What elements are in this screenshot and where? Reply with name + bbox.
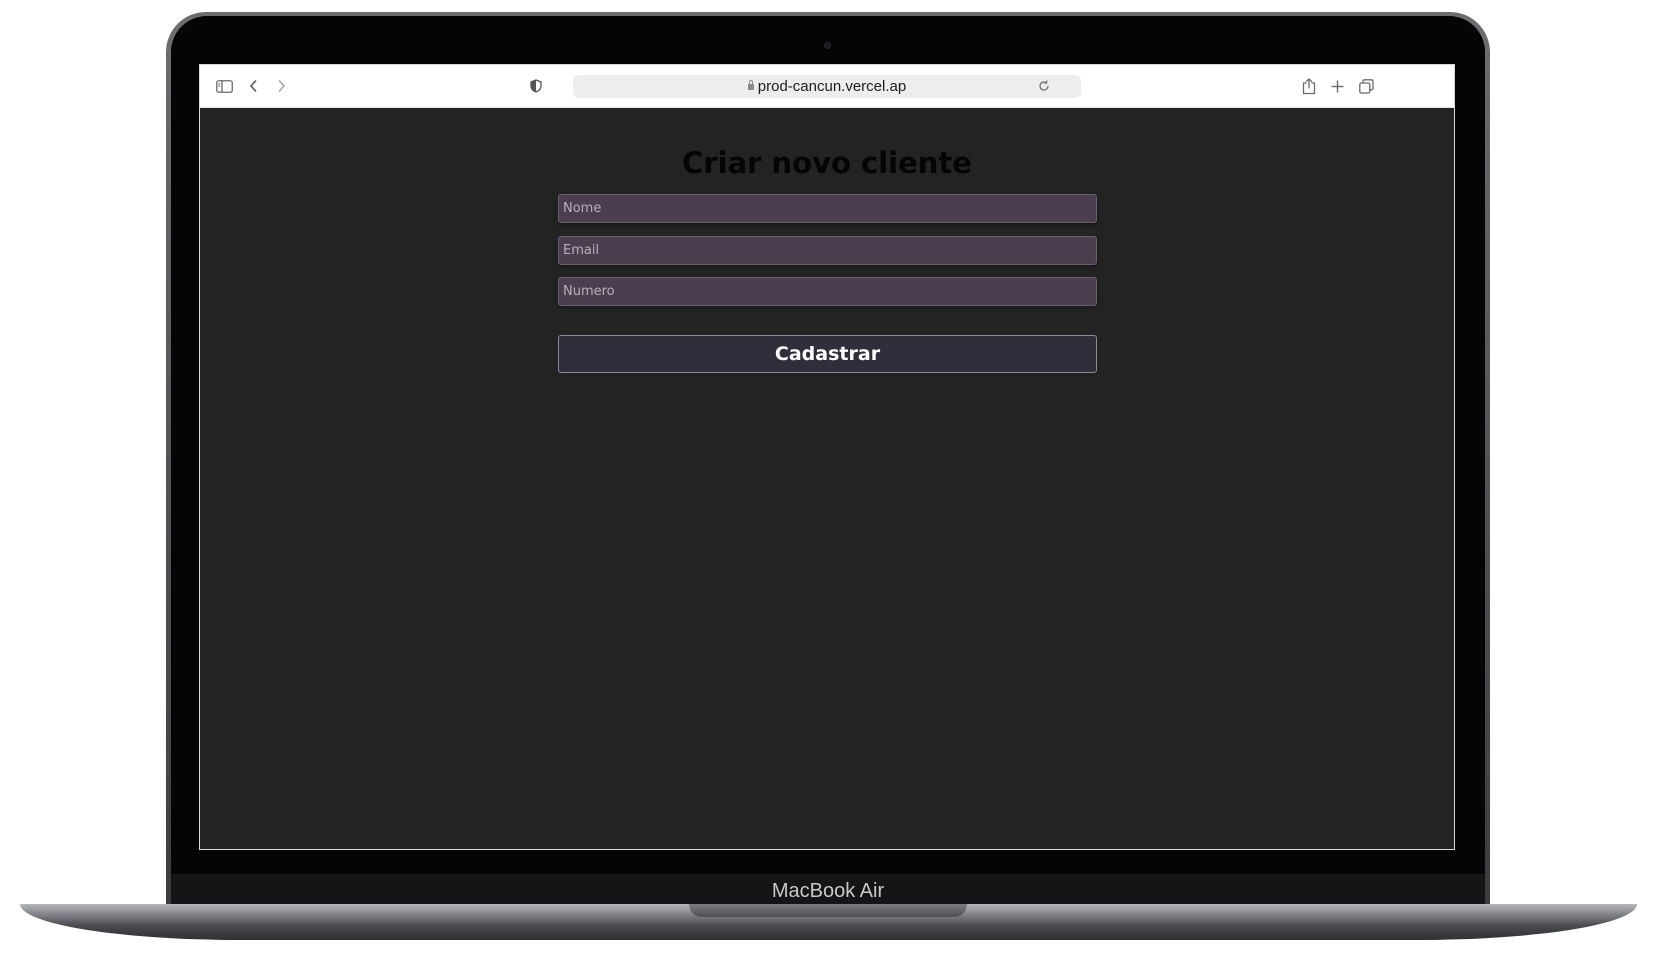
page-title: Criar novo cliente — [682, 146, 972, 180]
reload-icon[interactable] — [1033, 76, 1055, 96]
address-bar[interactable]: prod-cancun.vercel.ap — [573, 75, 1081, 98]
back-icon[interactable] — [243, 76, 265, 96]
browser-window: prod-cancun.vercel.ap Criar novo cliente… — [199, 64, 1455, 850]
device-brand-label: MacBook Air — [771, 880, 885, 902]
camera-icon — [824, 42, 831, 49]
page-content: Criar novo cliente Cadastrar — [200, 108, 1454, 849]
forward-icon[interactable] — [270, 76, 292, 96]
lock-icon — [747, 80, 754, 90]
laptop-hinge-notch — [689, 904, 967, 917]
new-tab-icon[interactable] — [1326, 76, 1348, 96]
name-input[interactable] — [558, 194, 1097, 223]
shield-icon[interactable] — [525, 76, 547, 96]
url-text: prod-cancun.vercel.ap — [757, 78, 907, 95]
email-input[interactable] — [558, 236, 1097, 265]
tabs-overview-icon[interactable] — [1355, 76, 1377, 96]
number-input[interactable] — [558, 277, 1097, 306]
sidebar-icon[interactable] — [213, 76, 235, 96]
browser-toolbar: prod-cancun.vercel.ap — [200, 65, 1454, 108]
address-url: prod-cancun.vercel.ap — [573, 75, 1081, 98]
share-icon[interactable] — [1298, 76, 1320, 96]
register-button[interactable]: Cadastrar — [558, 335, 1097, 373]
